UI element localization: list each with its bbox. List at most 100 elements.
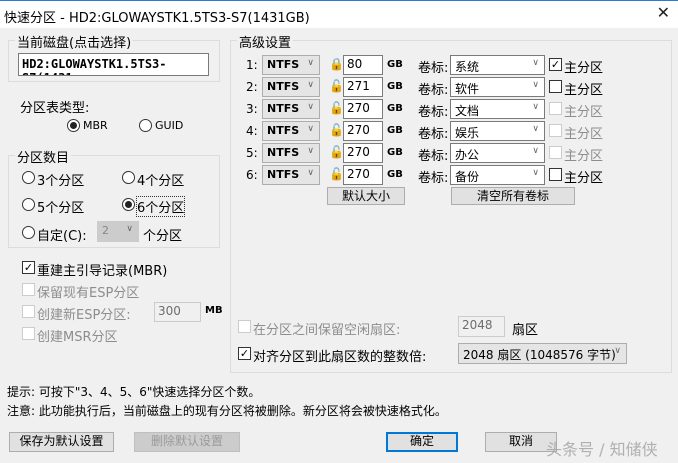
filesystem-select[interactable]: NTFS ∨: [262, 55, 320, 75]
volume-label-select[interactable]: 文档 ∨: [450, 99, 545, 119]
primary-label: 主分区: [564, 105, 604, 120]
chevron-down-icon: ∨: [307, 58, 314, 68]
filesystem-value: NTFS: [267, 80, 300, 93]
chevron-down-icon: ∨: [532, 102, 539, 112]
size-unit: GB: [387, 81, 403, 92]
primary-checkbox: [549, 124, 562, 137]
filesystem-value: NTFS: [267, 168, 300, 181]
size-input[interactable]: 270: [343, 143, 383, 163]
size-input[interactable]: 270: [343, 165, 383, 185]
volume-label-caption: 卷标:: [418, 149, 449, 164]
clear-labels-button[interactable]: 清空所有卷标: [451, 187, 575, 205]
radio-custom-label: 自定(C):: [37, 229, 87, 244]
reserve-input: 2048: [458, 316, 505, 337]
primary-checkbox[interactable]: [549, 80, 562, 93]
align-value: 2048 扇区 (1048576 字节): [463, 348, 616, 362]
chevron-down-icon: ∨: [307, 124, 314, 134]
current-disk-label: 当前磁盘(点击选择): [15, 32, 134, 51]
chevron-down-icon: ∨: [307, 102, 314, 112]
chevron-down-icon: ∨: [307, 146, 314, 156]
advanced-label: 高级设置: [237, 32, 294, 51]
radio-4[interactable]: [122, 171, 135, 184]
volume-label-select[interactable]: 办公 ∨: [450, 143, 545, 163]
lock-icon[interactable]: 🔒: [329, 57, 344, 71]
radio-5[interactable]: [22, 198, 35, 211]
size-input[interactable]: 80: [343, 55, 383, 75]
volume-label-select[interactable]: 软件 ∨: [450, 77, 545, 97]
primary-label: 主分区: [564, 61, 604, 76]
radio-custom[interactable]: [22, 226, 35, 239]
filesystem-select[interactable]: NTFS ∨: [262, 165, 320, 185]
filesystem-value: NTFS: [267, 102, 300, 115]
filesystem-select[interactable]: NTFS ∨: [262, 99, 320, 119]
mbr-label: MBR: [83, 119, 108, 132]
align-select[interactable]: 2048 扇区 (1048576 字节) ∨: [458, 343, 627, 364]
reserve-checkbox: [238, 320, 251, 333]
volume-label-value: 系统: [455, 60, 480, 74]
filesystem-select[interactable]: NTFS ∨: [262, 143, 320, 163]
radio-6[interactable]: [122, 198, 135, 211]
primary-checkbox[interactable]: [549, 168, 562, 181]
reserve-unit: 扇区: [512, 323, 539, 338]
filesystem-select[interactable]: NTFS ∨: [262, 121, 320, 141]
msr-label: 创建MSR分区: [37, 330, 118, 345]
row-number: 1:: [246, 58, 258, 72]
size-unit: GB: [387, 125, 403, 136]
row-number: 4:: [246, 124, 258, 138]
unlock-icon[interactable]: 🔓: [329, 79, 344, 93]
current-disk-input[interactable]: HD2:GLOWAYSTK1.5TS3-S7(1431: [18, 53, 209, 76]
row-number: 3:: [246, 102, 258, 116]
filesystem-select[interactable]: NTFS ∨: [262, 77, 320, 97]
close-icon[interactable]: ✕: [657, 3, 670, 22]
default-size-button[interactable]: 默认大小: [327, 187, 405, 205]
size-input[interactable]: 270: [343, 99, 383, 119]
volume-label-select[interactable]: 系统 ∨: [450, 55, 545, 75]
size-input[interactable]: 271: [343, 77, 383, 97]
volume-label-select[interactable]: 娱乐 ∨: [450, 121, 545, 141]
unlock-icon[interactable]: 🔓: [329, 167, 344, 181]
filesystem-value: NTFS: [267, 58, 300, 71]
volume-label-value: 娱乐: [455, 126, 480, 140]
chevron-down-icon: ∨: [532, 168, 539, 178]
keep-esp-checkbox: [22, 283, 35, 296]
volume-label-caption: 卷标:: [418, 83, 449, 98]
volume-label-select[interactable]: 备份 ∨: [450, 165, 545, 185]
radio-4-label: 4个分区: [137, 174, 185, 189]
esp-size-input: 300: [154, 302, 201, 322]
mbr-radio[interactable]: [67, 119, 80, 132]
title-bar: 快速分区 - HD2:GLOWAYSTK1.5TS3-S7(1431GB) ✕: [0, 0, 678, 28]
volume-label-caption: 卷标:: [418, 61, 449, 76]
radio-3[interactable]: [22, 171, 35, 184]
primary-checkbox[interactable]: ✓: [549, 58, 562, 71]
delete-default-button: 删除默认设置: [134, 432, 240, 452]
volume-label-caption: 卷标:: [418, 127, 449, 142]
partition-count-label: 分区数目: [15, 147, 72, 166]
row-number: 6:: [246, 168, 258, 182]
reserve-label: 在分区之间保留空闲扇区:: [253, 323, 401, 338]
chevron-down-icon: ∨: [532, 146, 539, 156]
ok-button[interactable]: 确定: [386, 432, 458, 452]
chevron-down-icon: ∨: [307, 80, 314, 90]
align-checkbox[interactable]: ✓: [238, 347, 251, 360]
radio-5-label: 5个分区: [37, 201, 85, 216]
guid-radio[interactable]: [139, 119, 152, 132]
volume-label-value: 备份: [455, 170, 480, 184]
primary-label: 主分区: [564, 171, 604, 186]
chevron-down-icon: ∨: [307, 168, 314, 178]
size-input[interactable]: 270: [343, 121, 383, 141]
rebuild-mbr-checkbox[interactable]: ✓: [22, 261, 35, 274]
volume-label-value: 文档: [455, 104, 480, 118]
esp-size-unit: MB: [205, 305, 223, 316]
window-title: 快速分区 - HD2:GLOWAYSTK1.5TS3-S7(1431GB): [4, 11, 310, 26]
chevron-down-icon: ∨: [532, 58, 539, 68]
chevron-down-icon: ∨: [614, 346, 621, 356]
watermark: 头条号 / 知储侠: [546, 440, 658, 459]
unlock-icon[interactable]: 🔓: [329, 123, 344, 137]
volume-label-value: 办公: [455, 148, 480, 162]
unlock-icon[interactable]: 🔓: [329, 101, 344, 115]
unlock-icon[interactable]: 🔓: [329, 145, 344, 159]
save-default-button[interactable]: 保存为默认设置: [9, 432, 114, 452]
primary-checkbox: [549, 102, 562, 115]
current-disk-group: 当前磁盘(点击选择) HD2:GLOWAYSTK1.5TS3-S7(1431: [8, 32, 220, 82]
primary-checkbox: [549, 146, 562, 159]
